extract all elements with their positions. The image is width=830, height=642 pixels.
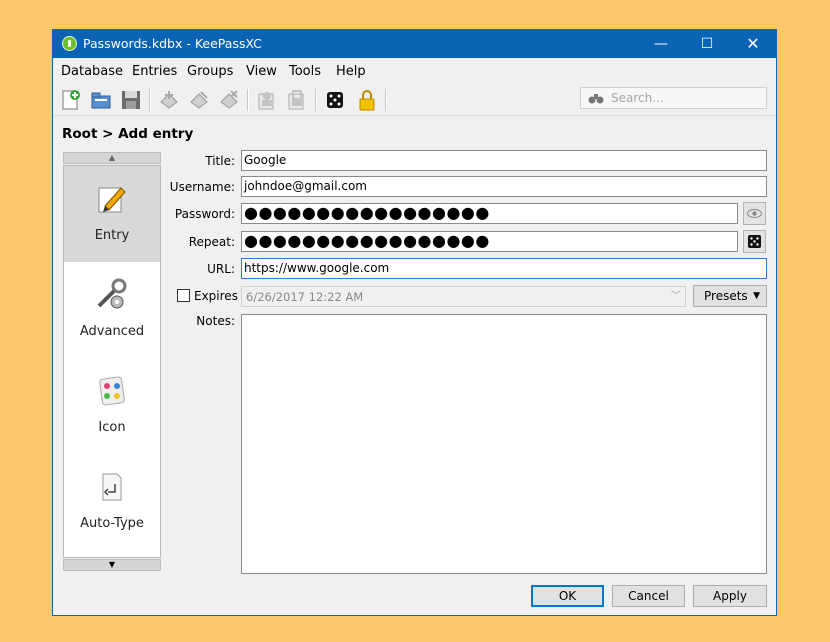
password-generator-icon[interactable] — [323, 88, 347, 112]
category-label: Icon — [98, 420, 126, 435]
password-field[interactable]: ●●●●●●●●●●●●●●●●● — [241, 203, 738, 224]
keepassxc-logo-icon — [62, 36, 77, 51]
breadcrumb: Root > Add entry — [62, 126, 194, 142]
username-label: Username: — [169, 180, 235, 194]
dice-icon — [748, 235, 761, 248]
title-bar[interactable]: Passwords.kdbx - KeePassXC — ☐ ✕ — [53, 30, 776, 58]
menu-database[interactable]: Database — [61, 64, 123, 79]
username-field[interactable]: johndoe@gmail.com — [241, 176, 767, 197]
repeat-label: Repeat: — [188, 235, 235, 249]
add-entry-icon[interactable] — [157, 88, 181, 112]
url-field[interactable]: https://www.google.com — [241, 258, 767, 279]
category-scroll-down-button[interactable]: ▼ — [63, 559, 161, 571]
search-placeholder: Search... — [611, 91, 664, 105]
category-advanced[interactable]: Advanced — [64, 262, 160, 358]
menu-bar: Database Entries Groups View Tools Help — [53, 58, 776, 84]
minimize-button[interactable]: — — [638, 30, 684, 58]
dropdown-arrow-icon: ▼ — [753, 291, 760, 301]
save-database-icon[interactable] — [119, 88, 143, 112]
generate-password-button[interactable] — [743, 230, 766, 253]
presets-button[interactable]: Presets ▼ — [693, 285, 767, 307]
category-label: Auto-Type — [80, 516, 144, 531]
new-database-icon[interactable] — [59, 88, 83, 112]
expires-checkbox[interactable] — [177, 289, 190, 302]
category-list: Entry Advanced Icon Auto-Type — [63, 165, 161, 558]
menu-groups[interactable]: Groups — [187, 64, 233, 79]
binoculars-icon — [588, 94, 604, 104]
presets-label: Presets — [704, 289, 748, 303]
close-button[interactable]: ✕ — [730, 30, 776, 58]
lock-database-icon[interactable] — [355, 88, 379, 112]
chevron-down-icon[interactable]: ﹀ — [667, 287, 685, 306]
copy-password-icon[interactable] — [285, 88, 309, 112]
repeat-password-field[interactable]: ●●●●●●●●●●●●●●●●● — [241, 231, 738, 252]
menu-view[interactable]: View — [246, 64, 277, 79]
menu-entries[interactable]: Entries — [132, 64, 177, 79]
category-icon[interactable]: Icon — [64, 358, 160, 454]
expires-label: Expires — [194, 289, 238, 303]
notes-label: Notes: — [196, 314, 235, 328]
toolbar: Search... — [53, 85, 776, 115]
eye-icon — [747, 209, 762, 218]
cancel-button[interactable]: Cancel — [612, 585, 685, 607]
palette-icon — [95, 374, 129, 408]
category-auto-type[interactable]: Auto-Type — [64, 454, 160, 550]
open-database-icon[interactable] — [89, 88, 113, 112]
apply-button[interactable]: Apply — [693, 585, 767, 607]
window-title: Passwords.kdbx - KeePassXC — [83, 36, 262, 51]
tools-icon — [95, 278, 129, 312]
keyboard-enter-icon — [95, 470, 129, 504]
title-label: Title: — [205, 154, 235, 168]
toggle-password-visibility-button[interactable] — [743, 202, 766, 225]
pencil-note-icon — [95, 182, 129, 216]
keepassxc-window: Passwords.kdbx - KeePassXC — ☐ ✕ Databas… — [52, 29, 777, 616]
search-input[interactable]: Search... — [580, 87, 767, 109]
expires-datetime-field[interactable]: 6/26/2017 12:22 AM ﹀ — [241, 286, 686, 307]
password-label: Password: — [174, 207, 235, 221]
maximize-button[interactable]: ☐ — [684, 30, 730, 58]
copy-username-icon[interactable] — [255, 88, 279, 112]
notes-textarea[interactable] — [241, 314, 767, 574]
title-field[interactable]: Google — [241, 150, 767, 171]
edit-entry-icon[interactable] — [187, 88, 211, 112]
menu-help[interactable]: Help — [336, 64, 366, 79]
expires-datetime-value: 6/26/2017 12:22 AM — [246, 290, 364, 304]
delete-entry-icon[interactable] — [217, 88, 241, 112]
ok-button[interactable]: OK — [531, 585, 604, 607]
url-label: URL: — [207, 262, 235, 276]
menu-tools[interactable]: Tools — [289, 64, 321, 79]
